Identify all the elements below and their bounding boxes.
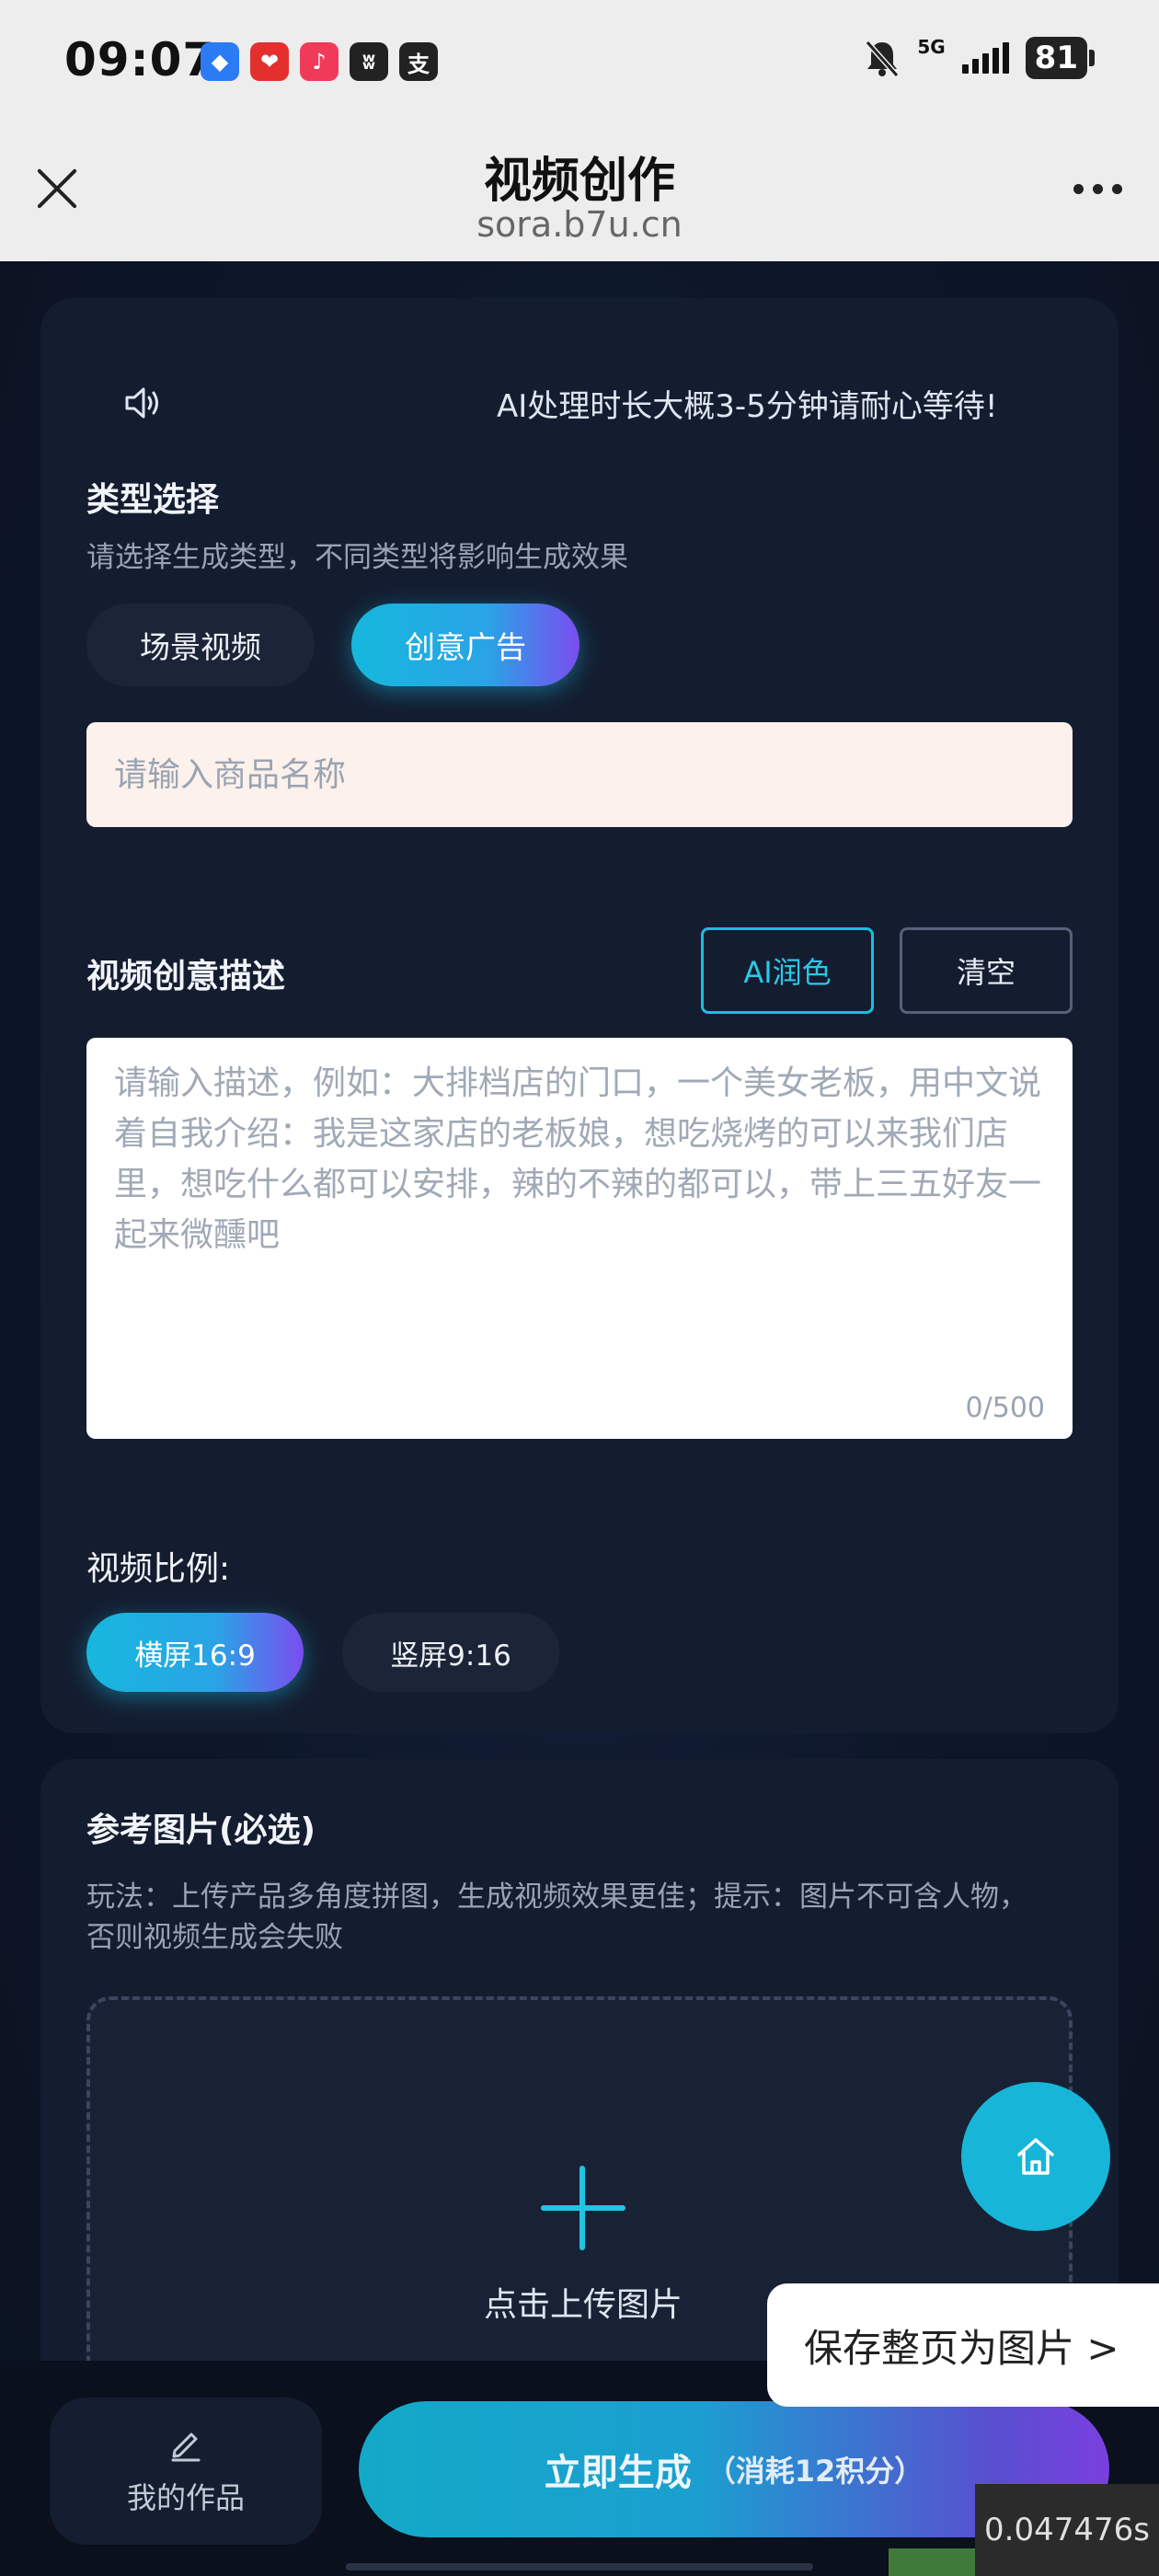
save-page-as-image-button[interactable]: 保存整页为图片 > — [767, 2283, 1159, 2407]
generate-cost: （消耗12积分） — [706, 2454, 924, 2489]
more-options-icon[interactable] — [1073, 184, 1122, 194]
plus-icon — [541, 2166, 625, 2250]
type-option-scene-video[interactable]: 场景视频 — [86, 604, 315, 686]
cloud-drive-icon: ◆ — [201, 42, 239, 81]
description-box: 0/500 — [86, 1038, 1073, 1439]
tmall-icon: ❤ — [250, 42, 289, 81]
ratio-title: 视频比例: — [86, 1550, 231, 1588]
speaker-icon — [125, 387, 158, 419]
signal-icon — [961, 42, 1009, 74]
generate-label: 立即生成 — [544, 2452, 692, 2494]
battery-tip — [1089, 50, 1095, 66]
status-time: 09:07 — [64, 33, 216, 86]
weibo-icon: ʬ — [350, 42, 388, 81]
clear-button[interactable]: 清空 — [900, 927, 1073, 1014]
home-button[interactable] — [961, 2082, 1110, 2231]
type-option-creative-ad[interactable]: 创意广告 — [351, 604, 580, 686]
home-indicator — [346, 2563, 813, 2570]
notification-app-icons: ◆ ❤ ♪ ʬ 支 — [201, 42, 438, 81]
description-title: 视频创意描述 — [86, 958, 286, 995]
status-indicators: 5G 81 — [864, 36, 1095, 79]
notice-text: AI处理时长大概3-5分钟请耐心等待! — [497, 388, 998, 425]
ai-polish-button[interactable]: AI润色 — [701, 927, 874, 1014]
reference-title: 参考图片(必选) — [86, 1811, 316, 1849]
title-bar: 视频创作 sora.b7u.cn — [0, 129, 1159, 261]
battery-icon: 81 — [1025, 37, 1087, 79]
my-works-label: 我的作品 — [126, 2480, 245, 2515]
edit-pencil-icon — [171, 2432, 201, 2462]
mute-bell-icon — [866, 40, 900, 77]
char-count: 0/500 — [965, 1392, 1045, 1424]
reference-hint-line2: 否则视频生成会失败 — [86, 1921, 343, 1954]
home-icon — [1017, 2138, 1054, 2175]
battery-level: 81 — [1034, 40, 1078, 76]
alipay-icon: 支 — [399, 42, 438, 81]
description-textarea[interactable] — [86, 1038, 1073, 1387]
page-url: sora.b7u.cn — [476, 204, 683, 245]
load-timer: 0.047476s — [975, 2484, 1159, 2576]
type-section-title: 类型选择 — [86, 481, 220, 519]
douyin-icon: ♪ — [300, 42, 339, 81]
status-bar: 09:07 ◆ ❤ ♪ ʬ 支 5G 81 — [0, 0, 1159, 129]
network-type: 5G — [917, 36, 946, 58]
my-works-button[interactable]: 我的作品 — [50, 2398, 322, 2545]
reference-hint-line1: 玩法：上传产品多角度拼图，生成视频效果更佳；提示：图片不可含人物， — [86, 1880, 1027, 1914]
ratio-option-portrait[interactable]: 竖屏9:16 — [342, 1613, 559, 1692]
type-section-hint: 请选择生成类型，不同类型将影响生成效果 — [86, 541, 628, 574]
background-image-fragment — [889, 2548, 981, 2576]
product-name-input[interactable] — [86, 722, 1073, 827]
ratio-option-landscape[interactable]: 横屏16:9 — [86, 1613, 304, 1692]
page-title: 视频创作 — [483, 154, 675, 209]
